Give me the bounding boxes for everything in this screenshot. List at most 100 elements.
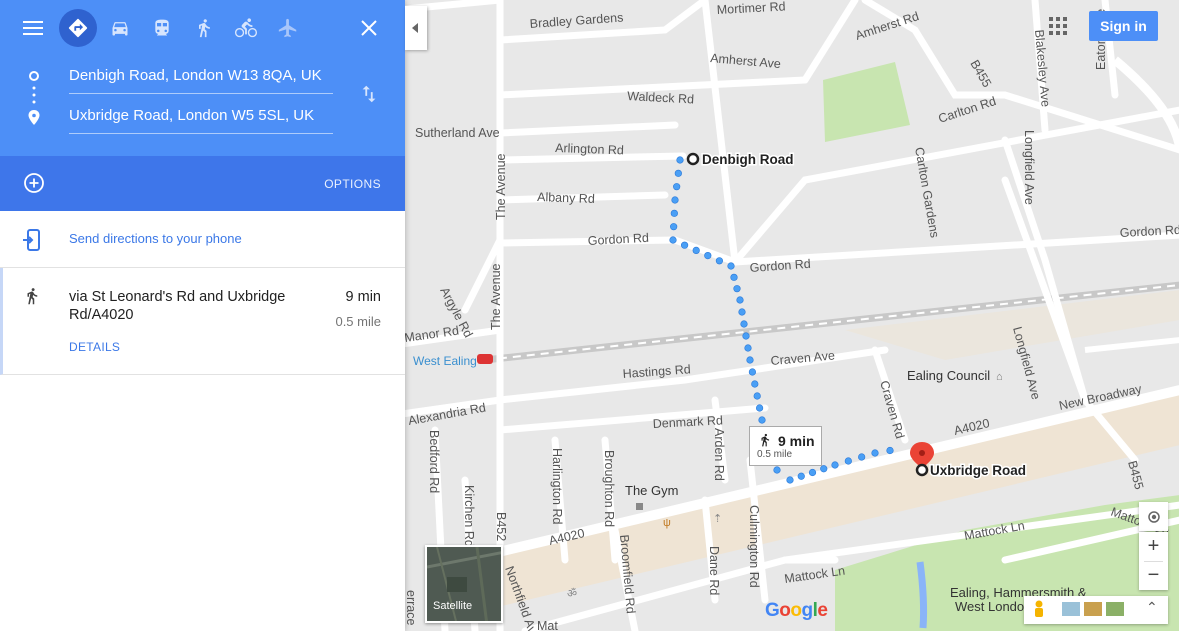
road-label: Bradley Gardens	[529, 10, 624, 31]
my-location-icon	[1147, 510, 1160, 523]
sign-in-button[interactable]: Sign in	[1089, 11, 1158, 41]
road-label: Longfield Ave	[1022, 130, 1036, 205]
swap-icon	[362, 85, 376, 103]
road-label: Craven Ave	[770, 348, 835, 368]
road-label: Bedford Rd	[427, 430, 441, 493]
expand-up-icon[interactable]: ⌃	[1146, 599, 1158, 616]
route-dot	[858, 453, 866, 461]
add-destination-button[interactable]	[23, 172, 45, 199]
route-option-card[interactable]: via St Leonard's Rd and Uxbridge Rd/A402…	[0, 268, 405, 375]
map-svg: Bradley Gardens Mortimer Rd Amherst Rd A…	[405, 0, 1179, 631]
route-dot	[748, 368, 757, 376]
road	[1084, 337, 1179, 353]
route-distance: 0.5 mile	[335, 314, 381, 329]
route-dot	[886, 446, 894, 455]
restaurant-icon: ψ	[663, 517, 671, 529]
mode-cycling-tab[interactable]	[227, 9, 265, 47]
route-dot	[692, 246, 700, 254]
layers-bar: ⌃	[1024, 596, 1168, 624]
pegman-icon[interactable]	[1032, 600, 1046, 625]
road-label: Kirchen Rd	[462, 485, 476, 547]
destination-marker[interactable]	[915, 463, 929, 477]
send-to-phone-label: Send directions to your phone	[69, 231, 242, 246]
route-dot	[758, 416, 766, 424]
route-dot	[673, 183, 681, 191]
shop-icon: ⇡	[713, 513, 722, 525]
directions-panel: Denbigh Road, London W13 8QA, UK Uxbridg…	[0, 0, 405, 631]
road-label: Waldeck Rd	[627, 89, 695, 106]
menu-button[interactable]	[14, 9, 52, 47]
destination-pin-dot	[919, 450, 925, 456]
satellite-toggle[interactable]: Satellite	[425, 545, 503, 623]
route-dot	[738, 308, 746, 316]
road-label: Carlton Rd	[937, 94, 998, 126]
swap-button[interactable]	[358, 83, 380, 110]
council-icon: ⌂	[996, 371, 1003, 383]
destination-input[interactable]: Uxbridge Road, London W5 5SL, UK	[69, 104, 333, 134]
mode-transit-tab[interactable]	[143, 9, 181, 47]
road-label: Arlington Rd	[555, 141, 624, 157]
add-destination-icon	[24, 173, 44, 193]
callout-time: 9 min	[778, 433, 815, 449]
road-label: B455	[1125, 459, 1146, 491]
mode-driving-tab[interactable]	[101, 9, 139, 47]
zoom-out-button[interactable]: −	[1139, 561, 1168, 590]
place-label-gym: The Gym	[625, 483, 678, 498]
close-icon	[361, 20, 377, 36]
close-button[interactable]	[350, 9, 388, 47]
route-dot	[820, 465, 828, 473]
lake	[916, 561, 928, 629]
maps-app: Bradley Gardens Mortimer Rd Amherst Rd A…	[0, 0, 1179, 631]
origin-input[interactable]: Denbigh Road, London W13 8QA, UK	[69, 64, 333, 94]
options-button[interactable]: OPTIONS	[324, 177, 381, 191]
road-label: Arden Rd	[712, 428, 726, 481]
road-label: Sutherland Ave	[415, 126, 500, 140]
imagery-thumb-icon[interactable]	[1106, 602, 1124, 616]
bike-icon	[235, 18, 257, 38]
zoom-in-button[interactable]: +	[1139, 532, 1168, 561]
destination-label: Uxbridge Road	[930, 463, 1026, 478]
route-dot	[671, 196, 679, 204]
imagery-thumb-icon[interactable]	[1062, 602, 1080, 616]
directions-icon	[68, 18, 88, 38]
route-time: 9 min	[345, 289, 381, 305]
mode-directions-tab[interactable]	[59, 9, 97, 47]
apps-grid-icon[interactable]	[1049, 17, 1067, 40]
send-to-phone-icon	[22, 229, 42, 256]
origin-label: Denbigh Road	[702, 152, 794, 167]
my-location-button[interactable]	[1139, 502, 1168, 531]
route-dot	[730, 273, 738, 281]
callout-distance: 0.5 mile	[757, 449, 793, 460]
walk-icon	[199, 19, 210, 38]
send-to-phone-row[interactable]: Send directions to your phone	[0, 211, 405, 268]
road-label: errace	[405, 590, 418, 625]
place-label-ealing-council: Ealing Council	[907, 368, 990, 383]
route-dot	[742, 332, 750, 340]
satellite-label: Satellite	[433, 600, 473, 612]
details-link[interactable]: DETAILS	[69, 340, 120, 354]
flight-icon	[278, 18, 297, 38]
mode-flights-tab[interactable]	[269, 9, 307, 47]
road-label: Albany Rd	[537, 190, 595, 206]
menu-icon	[23, 21, 43, 35]
mode-walking-tab[interactable]	[185, 9, 223, 47]
directions-header: Denbigh Road, London W13 8QA, UK Uxbridg…	[0, 0, 405, 156]
zoom-controls: + −	[1139, 532, 1168, 590]
collapse-panel-button[interactable]	[405, 6, 427, 50]
imagery-thumb-icon[interactable]	[1084, 602, 1102, 616]
route-dot	[871, 449, 879, 457]
route-dot	[746, 356, 754, 364]
origin-marker[interactable]	[686, 152, 700, 166]
route-dot	[744, 344, 752, 352]
worship-icon: ॐ	[567, 587, 577, 600]
walk-icon	[23, 285, 41, 312]
route-dot	[676, 156, 684, 164]
transit-icon	[155, 19, 169, 36]
map-canvas[interactable]: Bradley Gardens Mortimer Rd Amherst Rd A…	[405, 0, 1179, 631]
place-label-park-2: West London	[955, 599, 1031, 614]
route-dot	[753, 392, 761, 400]
park-area	[823, 62, 910, 142]
road-label: Craven Rd	[877, 379, 907, 440]
route-dot	[736, 296, 744, 304]
route-callout[interactable]: 9 min 0.5 mile	[749, 426, 822, 466]
